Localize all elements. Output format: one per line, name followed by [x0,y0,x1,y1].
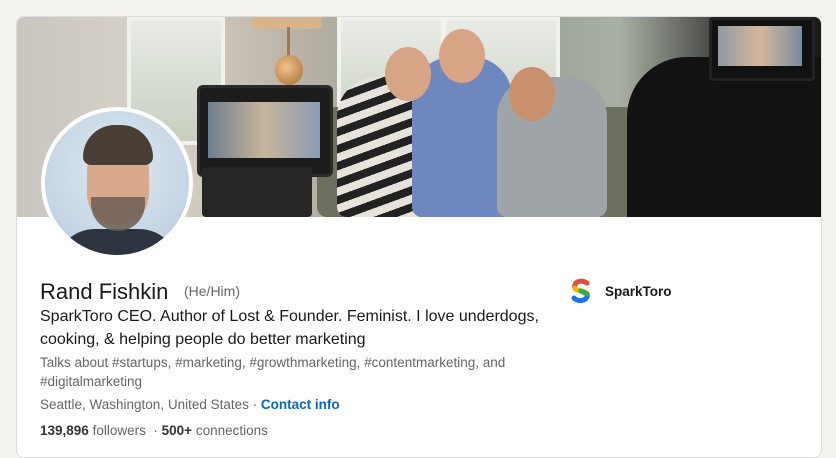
profile-headline: SparkToro CEO. Author of Lost & Founder.… [40,308,539,348]
camera-operator [627,57,821,217]
followers-link[interactable]: 139,896 followers [40,423,146,438]
contact-info-link[interactable]: Contact info [261,397,340,412]
lamp-stem [287,27,290,57]
separator-dot-2: · [153,423,158,438]
camera-monitor-screen [208,102,320,158]
top-monitor-screen [718,26,802,66]
profile-talks-about: Talks about #startups, #marketing, #grow… [40,355,506,389]
avatar-beard [91,197,145,231]
top-monitor [709,17,815,81]
connections-label: connections [195,423,268,438]
separator-dot: · [252,397,258,412]
avatar [45,111,189,255]
connections-count: 500+ [161,423,193,438]
followers-count: 139,896 [40,423,89,438]
profile-location: Seattle, Washington, United States [40,397,249,412]
camera-monitor [197,85,333,177]
stats-row: 139,896 followers · 500+ connections [40,423,268,438]
avatar-hair [83,125,153,165]
lamp-bulb [275,55,303,85]
sparktoro-logo-icon [571,278,590,304]
profile-pronouns: (He/Him) [184,283,240,299]
location-row: Seattle, Washington, United States · Con… [40,397,340,412]
followers-label: followers [92,423,146,438]
head-center [439,29,485,83]
connections-link[interactable]: 500+ connections [162,423,268,438]
profile-photo[interactable] [41,107,193,259]
profile-card: Rand Fishkin (He/Him) SparkToro CEO. Aut… [16,16,822,458]
profile-name: Rand Fishkin [40,279,169,304]
camera-rig [202,167,312,217]
head-left [385,47,431,101]
company-name: SparkToro [605,283,672,299]
current-company[interactable]: SparkToro [567,275,672,307]
head-right [509,67,555,121]
avatar-shirt [55,229,179,255]
